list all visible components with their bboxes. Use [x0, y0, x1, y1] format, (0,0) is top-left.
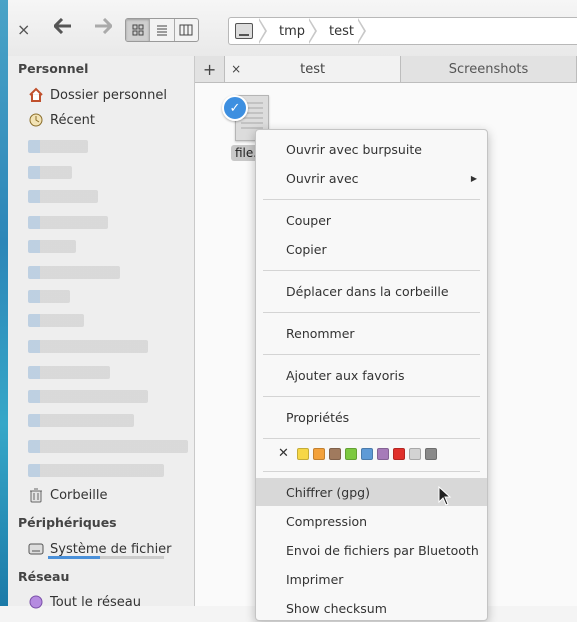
sidebar-item-bookmark[interactable]: [28, 166, 72, 179]
arrow-left-icon: [52, 17, 71, 35]
tab-test[interactable]: × test: [225, 56, 402, 82]
sidebar-item-network[interactable]: Tout le réseau: [28, 594, 141, 610]
view-mode-switcher: [125, 18, 199, 42]
sidebar-item-bookmark[interactable]: [28, 440, 188, 453]
sidebar-heading-network: Réseau: [18, 569, 70, 584]
drive-icon[interactable]: [235, 23, 253, 39]
close-tab-button[interactable]: ×: [231, 62, 241, 76]
grid-icon: [132, 24, 144, 36]
toolbar: × tmp test: [8, 0, 577, 57]
sidebar-item-home[interactable]: Dossier personnel: [28, 87, 167, 103]
tab-bar: + × test Screenshots: [195, 56, 577, 83]
sidebar-item-bookmark[interactable]: [28, 216, 108, 229]
sidebar-item-label: Récent: [50, 112, 95, 128]
color-tag-purple[interactable]: [376, 447, 389, 460]
filesystem-usage-fill: [48, 556, 101, 559]
sidebar-item-label: Dossier personnel: [50, 87, 168, 103]
menu-separator: [263, 354, 480, 355]
arrow-right-icon: [95, 17, 114, 35]
breadcrumb-item-tmp[interactable]: tmp: [273, 24, 309, 39]
color-tag-orange[interactable]: [312, 447, 325, 460]
forward-button[interactable]: [94, 17, 114, 39]
color-tags: ✕: [278, 446, 437, 461]
sidebar-item-bookmark[interactable]: [28, 290, 70, 303]
menu-item-compress[interactable]: Compression: [256, 507, 487, 535]
menu-item-checksum[interactable]: Show checksum: [256, 594, 487, 622]
home-icon: [28, 87, 44, 103]
menu-item-encrypt[interactable]: Chiffrer (gpg): [256, 478, 487, 506]
drive-icon: [28, 541, 44, 557]
list-icon: [156, 25, 167, 36]
menu-item-cut[interactable]: Couper: [256, 206, 487, 234]
color-tag-yellow[interactable]: [296, 447, 309, 460]
sidebar-item-bookmark[interactable]: [28, 266, 120, 279]
submenu-arrow-icon: ▶: [470, 173, 477, 183]
menu-separator: [263, 471, 480, 472]
sidebar-item-bookmark[interactable]: [28, 314, 84, 327]
column-view-button[interactable]: [175, 19, 198, 41]
menu-separator: [263, 199, 480, 200]
clear-color-tag-button[interactable]: ✕: [278, 446, 289, 461]
color-tag-dark-gray[interactable]: [424, 447, 437, 460]
menu-item-open-with-app[interactable]: Ouvrir avec burpsuite: [256, 135, 487, 163]
sidebar-item-bookmark[interactable]: [28, 340, 148, 353]
clock-icon: [28, 112, 44, 128]
sidebar-item-trash[interactable]: Corbeille: [28, 487, 107, 503]
sidebar-item-label: Tout le réseau: [50, 594, 141, 610]
breadcrumb-item-test[interactable]: test: [323, 24, 358, 39]
sidebar-heading-personal: Personnel: [18, 61, 89, 76]
sidebar-item-label: Système de fichier: [50, 541, 172, 557]
close-window-button[interactable]: ×: [17, 20, 30, 39]
checkmark-icon[interactable]: ✓: [222, 95, 248, 121]
filesystem-usage-bar: [48, 556, 164, 559]
network-icon: [28, 594, 44, 610]
color-tag-green[interactable]: [344, 447, 357, 460]
menu-separator: [263, 438, 480, 439]
sidebar-item-filesystem[interactable]: Système de fichier: [28, 541, 172, 557]
color-tag-red[interactable]: [392, 447, 405, 460]
menu-separator: [263, 270, 480, 271]
breadcrumb-separator: [258, 18, 267, 44]
menu-separator: [263, 396, 480, 397]
tab-screenshots[interactable]: Screenshots: [401, 56, 577, 82]
sidebar-item-label: Corbeille: [50, 487, 108, 503]
sidebar: Personnel Dossier personnel Récent Corbe…: [8, 56, 195, 610]
menu-item-label: Ouvrir avec: [286, 170, 359, 186]
trash-icon: [28, 487, 44, 503]
menu-item-rename[interactable]: Renommer: [256, 319, 487, 347]
sidebar-item-bookmark[interactable]: [28, 366, 110, 379]
breadcrumb-separator: [356, 18, 366, 44]
sidebar-item-bookmark[interactable]: [28, 390, 148, 403]
list-view-button[interactable]: [150, 19, 175, 41]
mouse-pointer-icon: [438, 486, 452, 506]
menu-item-move-to-trash[interactable]: Déplacer dans la corbeille: [256, 277, 487, 305]
context-menu: Ouvrir avec burpsuite Ouvrir avec ▶ Coup…: [255, 129, 488, 621]
sidebar-item-bookmark[interactable]: [28, 240, 76, 253]
sidebar-item-bookmark[interactable]: [28, 464, 164, 477]
sidebar-item-bookmark[interactable]: [28, 414, 134, 427]
menu-item-copy[interactable]: Copier: [256, 235, 487, 263]
columns-icon: [179, 24, 193, 36]
color-tag-brown[interactable]: [328, 447, 341, 460]
menu-item-bluetooth-send[interactable]: Envoi de fichiers par Bluetooth: [256, 536, 487, 564]
sidebar-item-recent[interactable]: Récent: [28, 112, 95, 128]
menu-item-add-bookmark[interactable]: Ajouter aux favoris: [256, 361, 487, 389]
icon-view-button[interactable]: [126, 19, 151, 41]
color-tag-blue[interactable]: [360, 447, 373, 460]
breadcrumb: tmp test: [228, 17, 577, 45]
menu-item-print[interactable]: Imprimer: [256, 565, 487, 593]
sidebar-item-bookmark[interactable]: [28, 190, 98, 203]
color-tag-light-gray[interactable]: [408, 447, 421, 460]
sidebar-item-bookmark[interactable]: [28, 140, 88, 153]
menu-separator: [263, 312, 480, 313]
back-button[interactable]: [52, 17, 72, 39]
tab-label: Screenshots: [448, 61, 529, 77]
menu-item-open-with[interactable]: Ouvrir avec ▶: [256, 164, 487, 192]
desktop-background: [0, 0, 8, 606]
sidebar-heading-devices: Périphériques: [18, 515, 117, 530]
menu-item-properties[interactable]: Propriétés: [256, 403, 487, 431]
breadcrumb-separator: [308, 18, 318, 44]
new-tab-button[interactable]: +: [195, 56, 226, 82]
tab-label: test: [300, 61, 326, 77]
